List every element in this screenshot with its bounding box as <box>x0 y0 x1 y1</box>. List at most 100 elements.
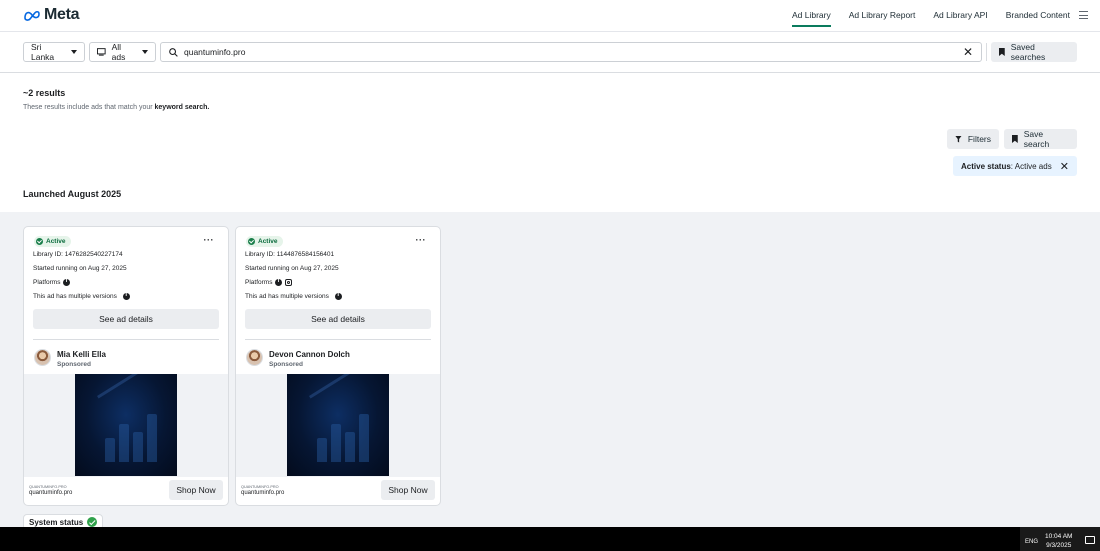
top-bar: Meta Ad Library Ad Library Report Ad Lib… <box>0 0 1100 32</box>
platforms-row: Platforms <box>245 278 293 286</box>
saved-searches-button[interactable]: Saved searches <box>991 42 1077 62</box>
results-note-text: These results include ads that match you… <box>23 104 155 111</box>
meta-logo-text: Meta <box>44 6 80 23</box>
ad-card: Active ··· Library ID: 1476282540227174 … <box>23 226 229 506</box>
versions-label: This ad has multiple versions <box>33 293 117 300</box>
start-date: Started running on Aug 27, 2025 <box>245 265 339 272</box>
chevron-down-icon <box>142 50 148 54</box>
nav-ad-library-report[interactable]: Ad Library Report <box>849 10 916 24</box>
advertiser-name[interactable]: Devon Cannon Dolch <box>269 350 350 359</box>
platforms-row: Platforms <box>33 278 71 286</box>
top-nav: Ad Library Ad Library Report Ad Library … <box>792 10 1070 27</box>
hamburger-menu-icon[interactable] <box>1079 11 1088 19</box>
status-chip-label: Active status <box>961 161 1011 171</box>
section-heading: Launched August 2025 <box>23 189 122 199</box>
library-id: Library ID: 1144876584156401 <box>245 251 335 258</box>
save-search-label: Save search <box>1023 129 1050 149</box>
domain-caps: QUANTUMINFO.PRO <box>29 485 67 489</box>
check-circle-icon <box>248 238 255 245</box>
active-status-chip: Active status: Active ads ✕ <box>953 156 1077 176</box>
instagram-icon <box>285 279 293 286</box>
check-circle-icon <box>87 517 98 527</box>
ad-type-value: All ads <box>111 42 126 62</box>
check-circle-icon <box>36 238 43 245</box>
chart-bar-graphic <box>331 424 341 462</box>
platforms-label: Platforms <box>245 279 273 286</box>
search-box: ✕ <box>160 42 982 62</box>
domain-caps: QUANTUMINFO.PRO <box>241 485 279 489</box>
chart-bar-graphic <box>119 424 129 462</box>
filters-button[interactable]: Filters <box>947 129 999 149</box>
search-icon <box>169 47 178 57</box>
info-icon[interactable] <box>122 292 130 300</box>
ad-creative-image[interactable] <box>75 374 177 476</box>
versions-row: This ad has multiple versions <box>245 292 342 300</box>
save-search-button[interactable]: Save search <box>1004 129 1077 149</box>
system-status-label: System status <box>29 517 84 527</box>
facebook-icon <box>275 278 283 286</box>
monitor-icon <box>97 48 106 56</box>
shop-now-button[interactable]: Shop Now <box>169 480 223 500</box>
see-ad-details-button[interactable]: See ad details <box>33 309 219 329</box>
nav-ad-library[interactable]: Ad Library <box>792 10 831 27</box>
toolbar-divider <box>986 43 987 61</box>
results-note-bold: keyword search. <box>154 104 210 111</box>
status-badge-label: Active <box>46 238 66 245</box>
clock-date: 9/3/2025 <box>1046 542 1072 549</box>
avatar[interactable] <box>34 349 51 366</box>
country-select[interactable]: Sri Lanka <box>23 42 85 62</box>
chart-bar-graphic <box>105 438 115 462</box>
search-toolbar: Sri Lanka All ads ✕ Saved searches <box>0 33 1100 73</box>
active-status-text: Active status: Active ads <box>961 162 1052 171</box>
bookmark-icon <box>1012 135 1018 143</box>
chart-arrow-graphic <box>97 374 170 430</box>
taskbar-clock[interactable]: 10:04 AM 9/3/2025 <box>1045 532 1072 550</box>
card-divider <box>245 339 431 340</box>
info-icon[interactable] <box>334 292 342 300</box>
start-date: Started running on Aug 27, 2025 <box>33 265 127 272</box>
filter-icon <box>955 135 962 143</box>
advertiser-name[interactable]: Mia Kelli Ella <box>57 350 106 359</box>
remove-filter-close-icon[interactable]: ✕ <box>1060 160 1069 173</box>
meta-infinity-icon <box>24 10 40 21</box>
ad-card: Active ··· Library ID: 1144876584156401 … <box>235 226 441 506</box>
chart-bar-graphic <box>317 438 327 462</box>
avatar[interactable] <box>246 349 263 366</box>
shop-now-button[interactable]: Shop Now <box>381 480 435 500</box>
library-id: Library ID: 1476282540227174 <box>33 251 123 258</box>
chart-bar-graphic <box>359 414 369 462</box>
status-badge: Active <box>246 236 283 247</box>
bookmark-icon <box>999 48 1005 56</box>
results-count: ~2 results <box>23 88 66 98</box>
platforms-label: Platforms <box>33 279 61 286</box>
country-value: Sri Lanka <box>31 42 55 62</box>
sponsored-label: Sponsored <box>57 361 91 368</box>
saved-searches-label: Saved searches <box>1010 42 1046 62</box>
nav-ad-library-api[interactable]: Ad Library API <box>933 10 987 24</box>
more-options-icon[interactable]: ··· <box>416 235 427 245</box>
status-badge-label: Active <box>258 238 278 245</box>
search-input[interactable] <box>184 47 957 57</box>
see-ad-details-button[interactable]: See ad details <box>245 309 431 329</box>
clear-search-icon[interactable]: ✕ <box>963 46 973 58</box>
filters-label: Filters <box>967 134 991 144</box>
language-indicator[interactable]: ENG <box>1025 539 1038 545</box>
domain: quantuminfo.pro <box>241 490 285 496</box>
notification-icon[interactable] <box>1085 536 1095 544</box>
versions-label: This ad has multiple versions <box>245 293 329 300</box>
sponsored-label: Sponsored <box>269 361 303 368</box>
ad-creative-image[interactable] <box>287 374 389 476</box>
status-chip-value: : Active ads <box>1010 161 1052 171</box>
ad-type-select[interactable]: All ads <box>89 42 156 62</box>
meta-logo[interactable]: Meta <box>23 6 80 24</box>
chart-bar-graphic <box>345 432 355 462</box>
clock-time: 10:04 AM <box>1045 533 1073 540</box>
nav-branded-content[interactable]: Branded Content <box>1006 10 1070 24</box>
more-options-icon[interactable]: ··· <box>204 235 215 245</box>
chart-bar-graphic <box>147 414 157 462</box>
chart-bar-graphic <box>133 432 143 462</box>
chevron-down-icon <box>71 50 77 54</box>
os-taskbar <box>0 527 1100 551</box>
facebook-icon <box>63 278 71 286</box>
versions-row: This ad has multiple versions <box>33 292 130 300</box>
